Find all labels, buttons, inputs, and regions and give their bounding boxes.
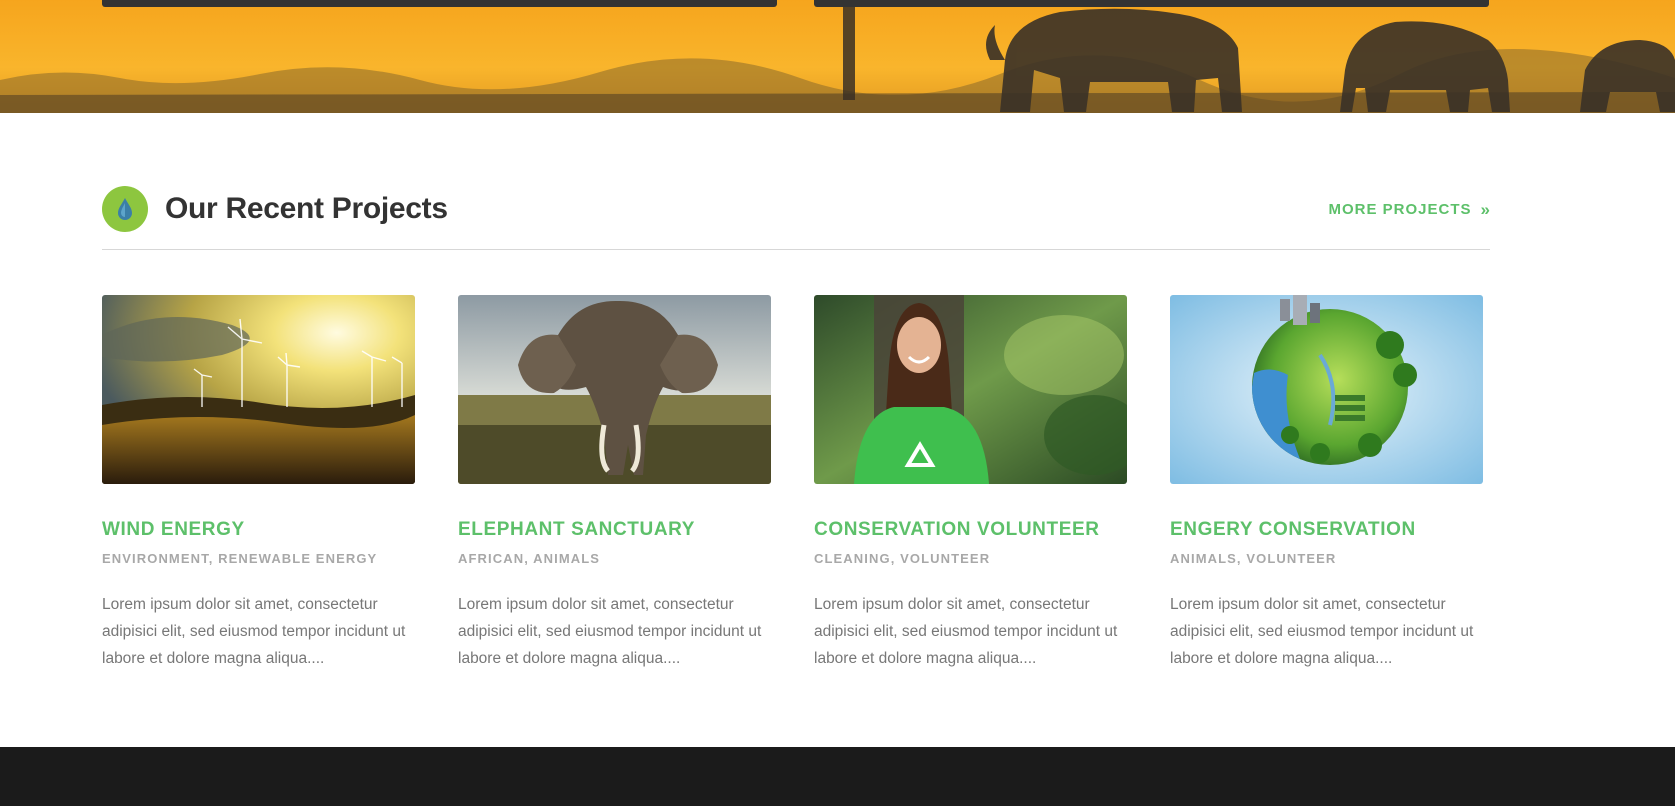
project-tags[interactable]: ENVIRONMENT, RENEWABLE ENERGY (102, 550, 415, 568)
hero-card-right-edge (814, 0, 1489, 7)
project-excerpt: Lorem ipsum dolor sit amet, consectetur … (458, 596, 762, 667)
project-excerpt: Lorem ipsum dolor sit amet, consectetur … (1170, 596, 1474, 667)
project-title[interactable]: CONSERVATION VOLUNTEER (814, 518, 1127, 542)
project-card-wind-energy: WIND ENERGY ENVIRONMENT, RENEWABLE ENERG… (102, 295, 415, 672)
footer (0, 747, 1675, 806)
project-tags[interactable]: CLEANING, VOLUNTEER (814, 550, 1127, 568)
volunteer-girl-recycle-shirt-image[interactable] (814, 295, 1127, 484)
project-excerpt: Lorem ipsum dolor sit amet, consectetur … (814, 596, 1118, 667)
section-header: Our Recent Projects MORE PROJECTS » (102, 186, 1490, 250)
project-title[interactable]: WIND ENERGY (102, 518, 415, 542)
more-projects-label: MORE PROJECTS (1328, 201, 1472, 218)
hero-banner (0, 0, 1675, 113)
section-title: Our Recent Projects (165, 192, 448, 225)
project-title[interactable]: ENGERY CONSERVATION (1170, 518, 1483, 542)
double-chevron-right-icon: » (1480, 200, 1490, 219)
savanna-elephants-silhouette-image (0, 0, 1675, 113)
project-card-elephant-sanctuary: ELEPHANT SANCTUARY AFRICAN, ANIMALS Lore… (458, 295, 771, 672)
project-tags[interactable]: AFRICAN, ANIMALS (458, 550, 771, 568)
elephant-savanna-image[interactable] (458, 295, 771, 484)
water-drop-icon (102, 186, 148, 232)
hero-card-left-edge (102, 0, 777, 7)
project-title[interactable]: ELEPHANT SANCTUARY (458, 518, 771, 542)
more-projects-link[interactable]: MORE PROJECTS » (1329, 200, 1491, 220)
wind-turbines-sunset-image[interactable] (102, 295, 415, 484)
project-card-engery-conservation: ENGERY CONSERVATION ANIMALS, VOLUNTEER L… (1170, 295, 1483, 672)
section-divider (102, 249, 1490, 250)
project-tags[interactable]: ANIMALS, VOLUNTEER (1170, 550, 1483, 568)
project-card-conservation-volunteer: CONSERVATION VOLUNTEER CLEANING, VOLUNTE… (814, 295, 1127, 672)
green-planet-city-image[interactable] (1170, 295, 1483, 484)
project-excerpt: Lorem ipsum dolor sit amet, consectetur … (102, 596, 406, 667)
